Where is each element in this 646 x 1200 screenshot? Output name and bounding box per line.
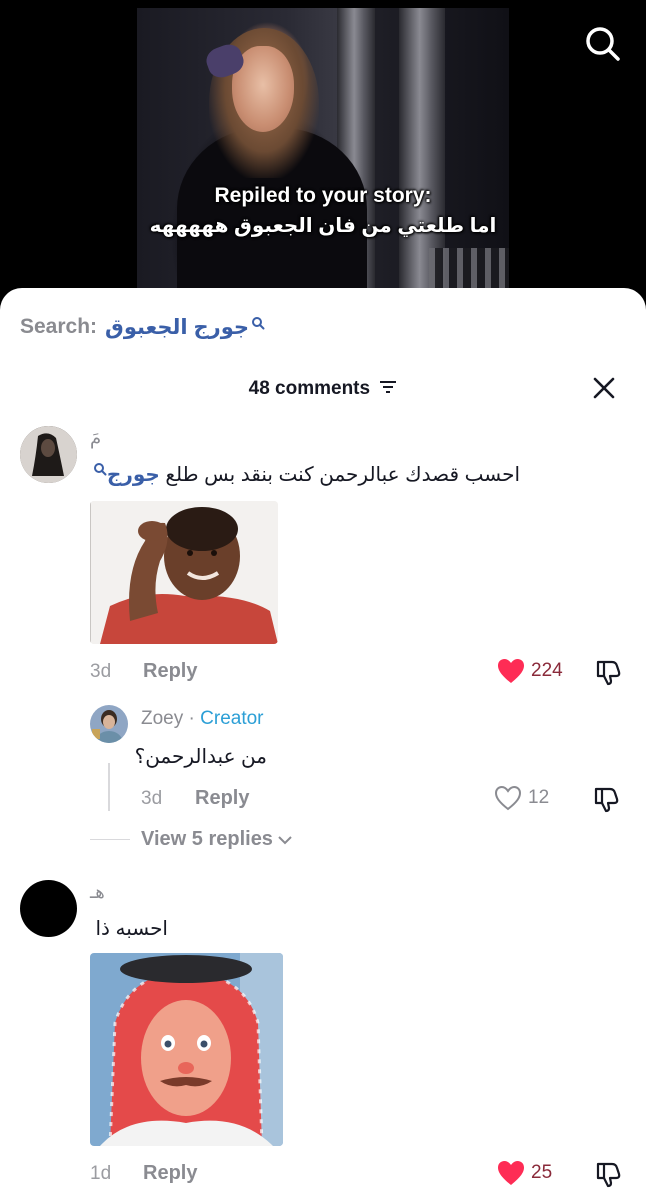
video-player[interactable]: Repiled to your story: اما طلعتي من فان …	[0, 0, 646, 300]
related-search[interactable]: Search: جورج الجعبوق	[20, 312, 265, 342]
comments-count[interactable]: 48 comments	[0, 374, 646, 404]
like-button[interactable]: 25	[497, 1160, 552, 1186]
comment-image-man	[90, 953, 283, 1146]
video-caption-line1: Repiled to your story:	[214, 184, 432, 207]
related-search-term[interactable]: جورج الجعبوق	[105, 315, 249, 340]
close-icon[interactable]	[592, 376, 616, 400]
chevron-down-icon	[278, 835, 292, 844]
video-caption-line2: اما طلعتي من فان الجعبوق هههههه	[149, 215, 497, 237]
comment-text-body: احسب قصدك عبالرحمن كنت بنقد بس طلع	[159, 464, 520, 486]
comment-text: احسب قصدك عبالرحمن كنت بنقد بس طلع جورج	[90, 462, 520, 487]
creator-badge: Creator	[200, 708, 264, 729]
heart-filled-icon	[498, 659, 524, 683]
comment-image-boy	[90, 501, 278, 644]
avatar[interactable]	[90, 705, 128, 743]
mention-link[interactable]: جورج	[107, 464, 160, 486]
view-replies-divider	[90, 839, 130, 840]
thread-line	[108, 763, 110, 811]
like-button[interactable]: 224	[497, 658, 563, 684]
avatar[interactable]	[20, 880, 77, 937]
like-count: 25	[531, 1162, 553, 1183]
dislike-icon[interactable]	[594, 1160, 622, 1188]
comment-time: 1d	[90, 1163, 112, 1184]
like-button[interactable]: 12	[494, 785, 549, 811]
avatar[interactable]	[20, 426, 77, 483]
video-frame[interactable]	[137, 8, 509, 300]
avatar-image	[20, 426, 77, 483]
dislike-icon[interactable]	[592, 785, 620, 813]
reply-button[interactable]: Reply	[143, 660, 197, 683]
comment-image[interactable]	[90, 953, 283, 1146]
view-replies-button[interactable]: View 5 replies	[141, 828, 293, 851]
comments-header: 48 comments	[0, 374, 646, 404]
reply-button[interactable]: Reply	[143, 1162, 197, 1185]
reply-username-row: Zoey · Creator	[141, 708, 264, 730]
search-icon[interactable]	[582, 24, 622, 64]
search-icon[interactable]	[93, 462, 107, 476]
reply-separator: ·	[188, 708, 195, 729]
heart-outline-icon	[494, 785, 522, 811]
comments-sheet: Search: جورج الجعبوق 48 comments مَ احسب…	[0, 288, 646, 1200]
heart-filled-icon	[498, 1161, 524, 1185]
comment-image[interactable]	[90, 501, 278, 644]
comment-username[interactable]: هـ	[90, 882, 105, 903]
search-icon	[252, 317, 265, 330]
view-replies-label: View 5 replies	[141, 828, 273, 850]
comments-count-label: 48 comments	[248, 378, 371, 399]
comment-text: احسبه ذا	[95, 918, 168, 940]
reply-button[interactable]: Reply	[195, 787, 249, 810]
comment-time: 3d	[90, 661, 112, 682]
dislike-icon[interactable]	[594, 658, 622, 686]
reply-time: 3d	[141, 788, 163, 809]
like-count: 224	[531, 660, 563, 681]
filter-icon[interactable]	[379, 380, 397, 394]
reply-text: من عبدالرحمن؟	[134, 746, 267, 768]
related-search-label: Search:	[20, 315, 98, 338]
comment-username[interactable]: مَ	[90, 428, 101, 449]
like-count: 12	[528, 787, 550, 808]
reply-username[interactable]: Zoey	[141, 708, 183, 729]
avatar-image	[90, 705, 128, 743]
